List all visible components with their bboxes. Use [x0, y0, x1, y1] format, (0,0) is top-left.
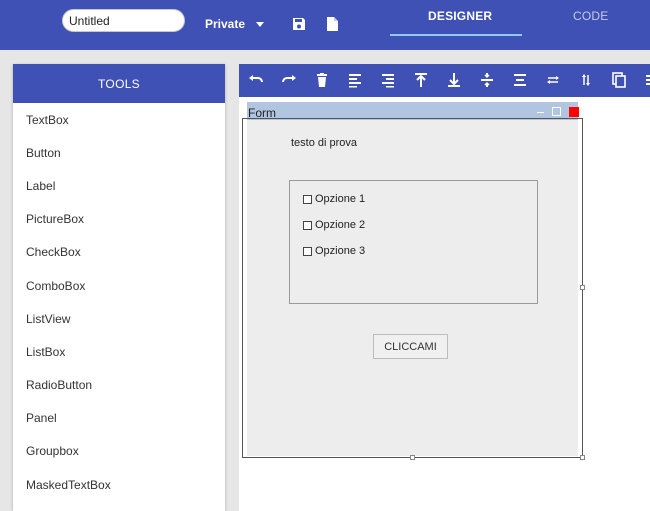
- tool-item-listview[interactable]: ListView: [13, 302, 225, 335]
- center-horizontal-icon[interactable]: [512, 72, 528, 88]
- form-label[interactable]: testo di prova: [291, 137, 357, 149]
- checkbox-option-1[interactable]: Opzione 1: [303, 193, 365, 205]
- form-titlebar[interactable]: Form: [247, 102, 579, 120]
- tool-item-textbox[interactable]: TextBox: [13, 103, 225, 136]
- tool-item-maskedtextbox[interactable]: MaskedTextBox: [13, 468, 225, 501]
- tools-header: TOOLS: [13, 64, 225, 103]
- delete-icon[interactable]: [314, 72, 330, 88]
- tool-item-listbox[interactable]: ListBox: [13, 335, 225, 368]
- app-header: Private DESIGNER CODE: [0, 0, 650, 50]
- designer-toolbar: [239, 64, 650, 97]
- tool-item-button[interactable]: Button: [13, 136, 225, 169]
- new-file-icon[interactable]: [324, 16, 340, 32]
- checkbox-label: Opzione 3: [315, 245, 366, 257]
- resize-handle-right[interactable]: [580, 285, 585, 290]
- same-height-icon[interactable]: [578, 72, 594, 88]
- tool-item-picturebox[interactable]: PictureBox: [13, 203, 225, 236]
- tools-panel: TOOLS TextBox Button Label PictureBox Ch…: [13, 64, 225, 511]
- tool-item-label[interactable]: Label: [13, 169, 225, 202]
- active-tab-indicator: [390, 34, 522, 36]
- save-icon[interactable]: [291, 16, 307, 32]
- minimize-icon[interactable]: [537, 112, 544, 113]
- same-width-icon[interactable]: [545, 72, 561, 88]
- copy-icon[interactable]: [611, 72, 627, 88]
- tool-item-checkbox[interactable]: CheckBox: [13, 236, 225, 269]
- form-title: Form: [248, 106, 276, 120]
- more-icon[interactable]: [644, 72, 650, 88]
- privacy-selector-label[interactable]: Private: [205, 17, 245, 31]
- checkbox-box[interactable]: [303, 194, 312, 204]
- redo-icon[interactable]: [281, 72, 297, 88]
- tool-item-radiobutton[interactable]: RadioButton: [13, 369, 225, 402]
- document-title-input[interactable]: [62, 9, 185, 32]
- tab-designer[interactable]: DESIGNER: [428, 9, 492, 23]
- maximize-icon[interactable]: [552, 107, 561, 116]
- checkbox-box[interactable]: [303, 220, 312, 230]
- tab-code[interactable]: CODE: [573, 9, 608, 23]
- checkbox-option-3[interactable]: Opzione 3: [303, 245, 365, 257]
- align-top-icon[interactable]: [413, 72, 429, 88]
- tool-item-panel[interactable]: Panel: [13, 402, 225, 435]
- center-vertical-icon[interactable]: [479, 72, 495, 88]
- tool-item-combobox[interactable]: ComboBox: [13, 269, 225, 302]
- cliccami-button[interactable]: CLICCAMI: [373, 334, 448, 359]
- align-right-icon[interactable]: [380, 72, 396, 88]
- align-left-icon[interactable]: [347, 72, 363, 88]
- resize-handle-bottom[interactable]: [410, 455, 415, 460]
- checkbox-box[interactable]: [303, 246, 312, 256]
- checkbox-label: Opzione 2: [315, 219, 366, 231]
- resize-handle-bottom-right[interactable]: [580, 455, 585, 460]
- undo-icon[interactable]: [248, 72, 264, 88]
- chevron-down-icon[interactable]: [256, 22, 264, 27]
- close-icon[interactable]: [569, 107, 579, 117]
- checkbox-label: Opzione 1: [315, 193, 366, 205]
- align-bottom-icon[interactable]: [446, 72, 462, 88]
- checkbox-option-2[interactable]: Opzione 2: [303, 219, 365, 231]
- tool-item-groupbox[interactable]: Groupbox: [13, 435, 225, 468]
